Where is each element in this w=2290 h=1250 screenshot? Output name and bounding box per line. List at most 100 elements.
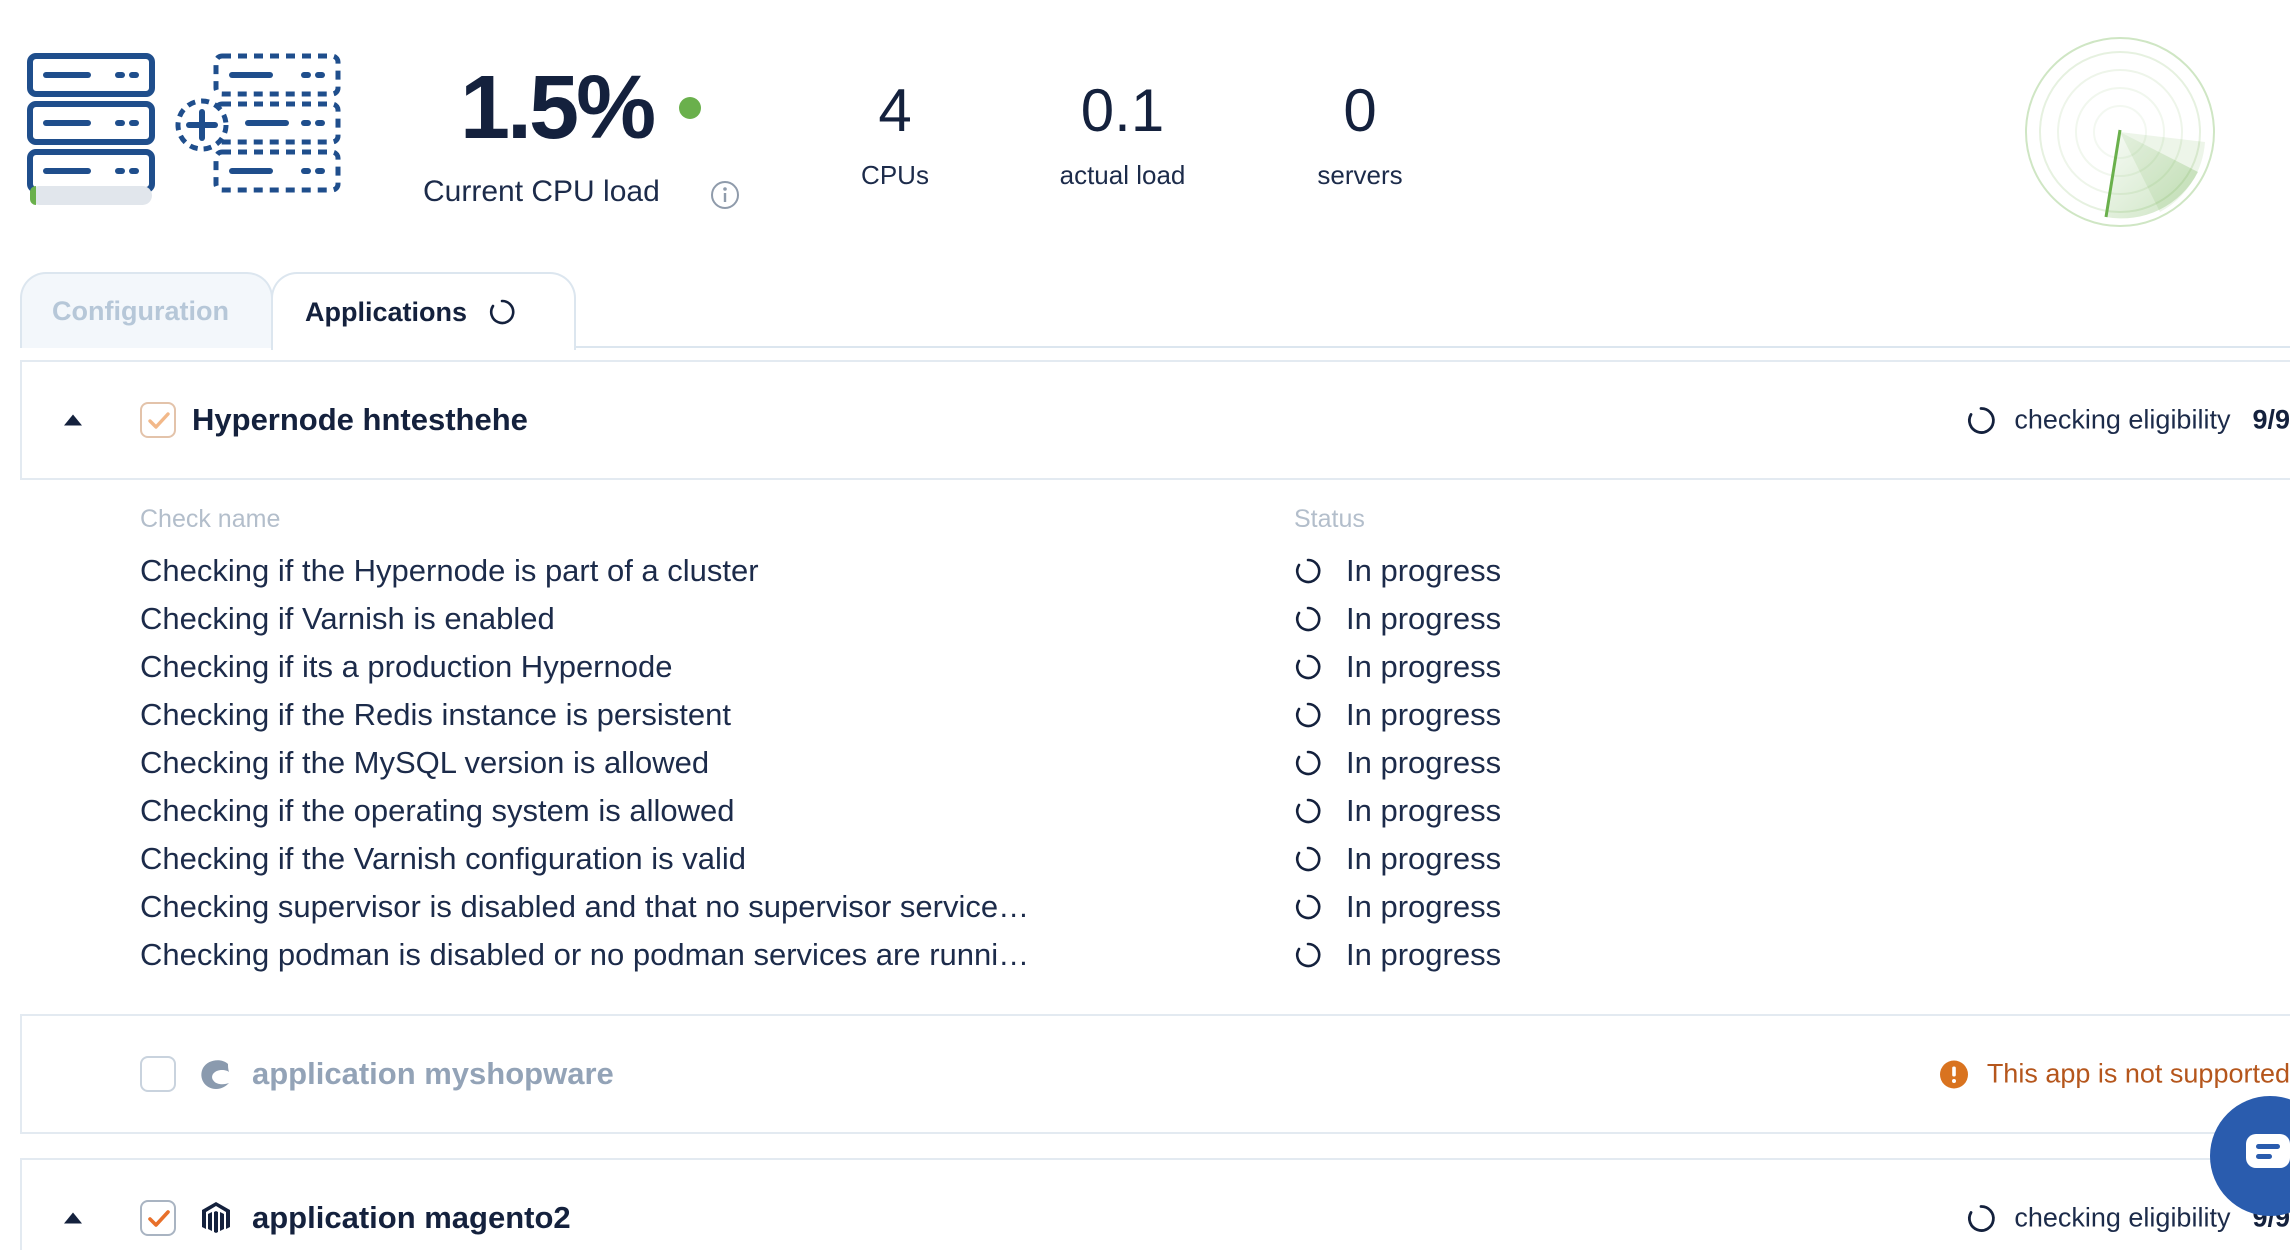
check-row: Checking if Varnish is enabled In progres… [140, 595, 1640, 643]
hypernode-status: checking eligibility 9/9 [1966, 405, 2290, 436]
checks-table-body: Checking if the Hypernode is part of a c… [140, 547, 1640, 979]
checks-table: Check name Status Checking if the Hypern… [140, 505, 1640, 979]
check-status-text: In progress [1346, 553, 1502, 588]
chat-icon [2246, 1134, 2290, 1168]
hypernode-status-text: checking eligibility [2014, 404, 2231, 435]
stat-cpus-label: CPUs [861, 160, 929, 190]
checks-table-header: Check name Status [140, 505, 1640, 547]
checkmark-icon [148, 1210, 170, 1227]
shopware-icon [201, 1060, 229, 1089]
cpu-load-label: Current CPU load [423, 175, 660, 208]
column-check-name: Check name [140, 505, 281, 533]
check-row: Checking if the operating system is allo… [140, 787, 1640, 835]
check-name: Checking if the Hypernode is part of a c… [140, 553, 759, 588]
check-row: Checking if its a production Hypernode In… [140, 643, 1640, 691]
stat-servers-value: 0 [1343, 77, 1377, 144]
check-status-text: In progress [1346, 697, 1502, 732]
check-status: In progress [1294, 595, 1501, 643]
radar-scan-icon [2025, 37, 2215, 227]
spinner-icon [1295, 606, 1321, 632]
magento-title: application magento2 [252, 1200, 571, 1235]
shopware-status: This app is not supported [1939, 1059, 2290, 1090]
shopware-title: application myshopware [252, 1056, 614, 1091]
hypernode-title: Hypernode hntesthehe [192, 402, 528, 437]
check-status-text: In progress [1346, 649, 1502, 684]
collapse-caret-icon[interactable] [64, 1212, 82, 1224]
spinner-icon [1295, 846, 1321, 872]
hypernode-panel: Hypernode hntesthehe checking eligibilit… [20, 360, 2290, 480]
magento-icon [202, 1202, 230, 1233]
check-row: Checking if the Hypernode is part of a c… [140, 547, 1640, 595]
check-status: In progress [1294, 931, 1501, 979]
magento-status-text: checking eligibility [2014, 1202, 2231, 1233]
check-status-text: In progress [1346, 601, 1502, 636]
stat-servers-label: servers [1317, 160, 1403, 190]
check-status-text: In progress [1346, 889, 1502, 924]
check-status: In progress [1294, 787, 1501, 835]
check-name: Checking if its a production Hypernode [140, 649, 673, 684]
check-row: Checking if the Redis instance is persis… [140, 691, 1640, 739]
check-row: Checking supervisor is disabled and that… [140, 883, 1640, 931]
spinner-icon [1295, 558, 1321, 584]
tab-configuration[interactable]: Configuration [20, 272, 273, 348]
check-status: In progress [1294, 643, 1501, 691]
shopware-status-text: This app is not supported [1986, 1058, 2290, 1089]
spinner-icon [1295, 702, 1321, 728]
check-status-text: In progress [1346, 745, 1502, 780]
server-usage-bar [30, 186, 152, 205]
check-status: In progress [1294, 835, 1501, 883]
check-row: Checking if the MySQL version is allowed… [140, 739, 1640, 787]
spinner-icon [1968, 1204, 1996, 1232]
check-status-text: In progress [1346, 937, 1502, 972]
server-usage-bar-fill [30, 186, 36, 205]
stat-actual-load: 0.1 actual load [1030, 76, 1215, 191]
info-icon[interactable] [710, 180, 740, 210]
check-status-text: In progress [1346, 793, 1502, 828]
shopware-panel-header: application myshopware This app is not s… [22, 1016, 2290, 1132]
shopware-checkbox[interactable] [140, 1056, 176, 1092]
check-row: Checking if the Varnish configuration is… [140, 835, 1640, 883]
check-name: Checking if the Varnish configuration is… [140, 841, 746, 876]
hypernode-checkbox[interactable] [140, 402, 176, 438]
stat-cpus: 4 CPUs [840, 76, 950, 191]
checkmark-icon [148, 412, 170, 429]
check-row: Checking podman is disabled or no podman… [140, 931, 1640, 979]
check-status-text: In progress [1346, 841, 1502, 876]
check-name: Checking if Varnish is enabled [140, 601, 555, 636]
stat-actual-load-value: 0.1 [1080, 77, 1165, 144]
check-status: In progress [1294, 883, 1501, 931]
server-overview-header: 1.5% Current CPU load 4 CPUs 0.1 actual … [0, 0, 2290, 250]
check-status: In progress [1294, 691, 1501, 739]
magento-panel: application magento2 checking eligibilit… [20, 1158, 2290, 1250]
cpu-status-dot [679, 97, 701, 119]
stat-servers: 0 servers [1300, 76, 1420, 191]
spinner-icon [1295, 894, 1321, 920]
cpu-load-value: 1.5% [460, 58, 656, 158]
shopware-panel: application myshopware This app is not s… [20, 1014, 2290, 1134]
tab-bar: Configuration Applications [20, 272, 2290, 350]
check-name: Checking podman is disabled or no podman… [140, 937, 1030, 972]
check-name: Checking if the MySQL version is allowed [140, 745, 710, 780]
collapse-caret-icon[interactable] [64, 414, 82, 426]
spinner-icon [1968, 406, 1996, 434]
warning-icon [1939, 1060, 1968, 1088]
stat-actual-load-label: actual load [1059, 160, 1186, 190]
spinner-icon [1295, 750, 1321, 776]
spinner-icon [1295, 798, 1321, 824]
check-status: In progress [1294, 547, 1501, 595]
hypernode-status-count: 9/9 [2252, 404, 2290, 435]
spinner-icon [1295, 942, 1321, 968]
check-status: In progress [1294, 739, 1501, 787]
tab-applications[interactable]: Applications [271, 272, 576, 350]
magento-panel-header[interactable]: application magento2 checking eligibilit… [22, 1160, 2290, 1250]
tab-applications-label: Applications [305, 296, 468, 327]
hypernode-panel-header[interactable]: Hypernode hntesthehe checking eligibilit… [22, 362, 2290, 478]
stat-cpus-value: 4 [878, 77, 912, 144]
check-name: Checking if the Redis instance is persis… [140, 697, 732, 732]
column-status: Status [1294, 505, 1365, 533]
spinner-icon [1295, 654, 1321, 680]
magento-checkbox[interactable] [140, 1200, 176, 1236]
check-name: Checking if the operating system is allo… [140, 793, 735, 828]
check-name: Checking supervisor is disabled and that… [140, 889, 1030, 924]
spinner-icon [489, 299, 515, 325]
